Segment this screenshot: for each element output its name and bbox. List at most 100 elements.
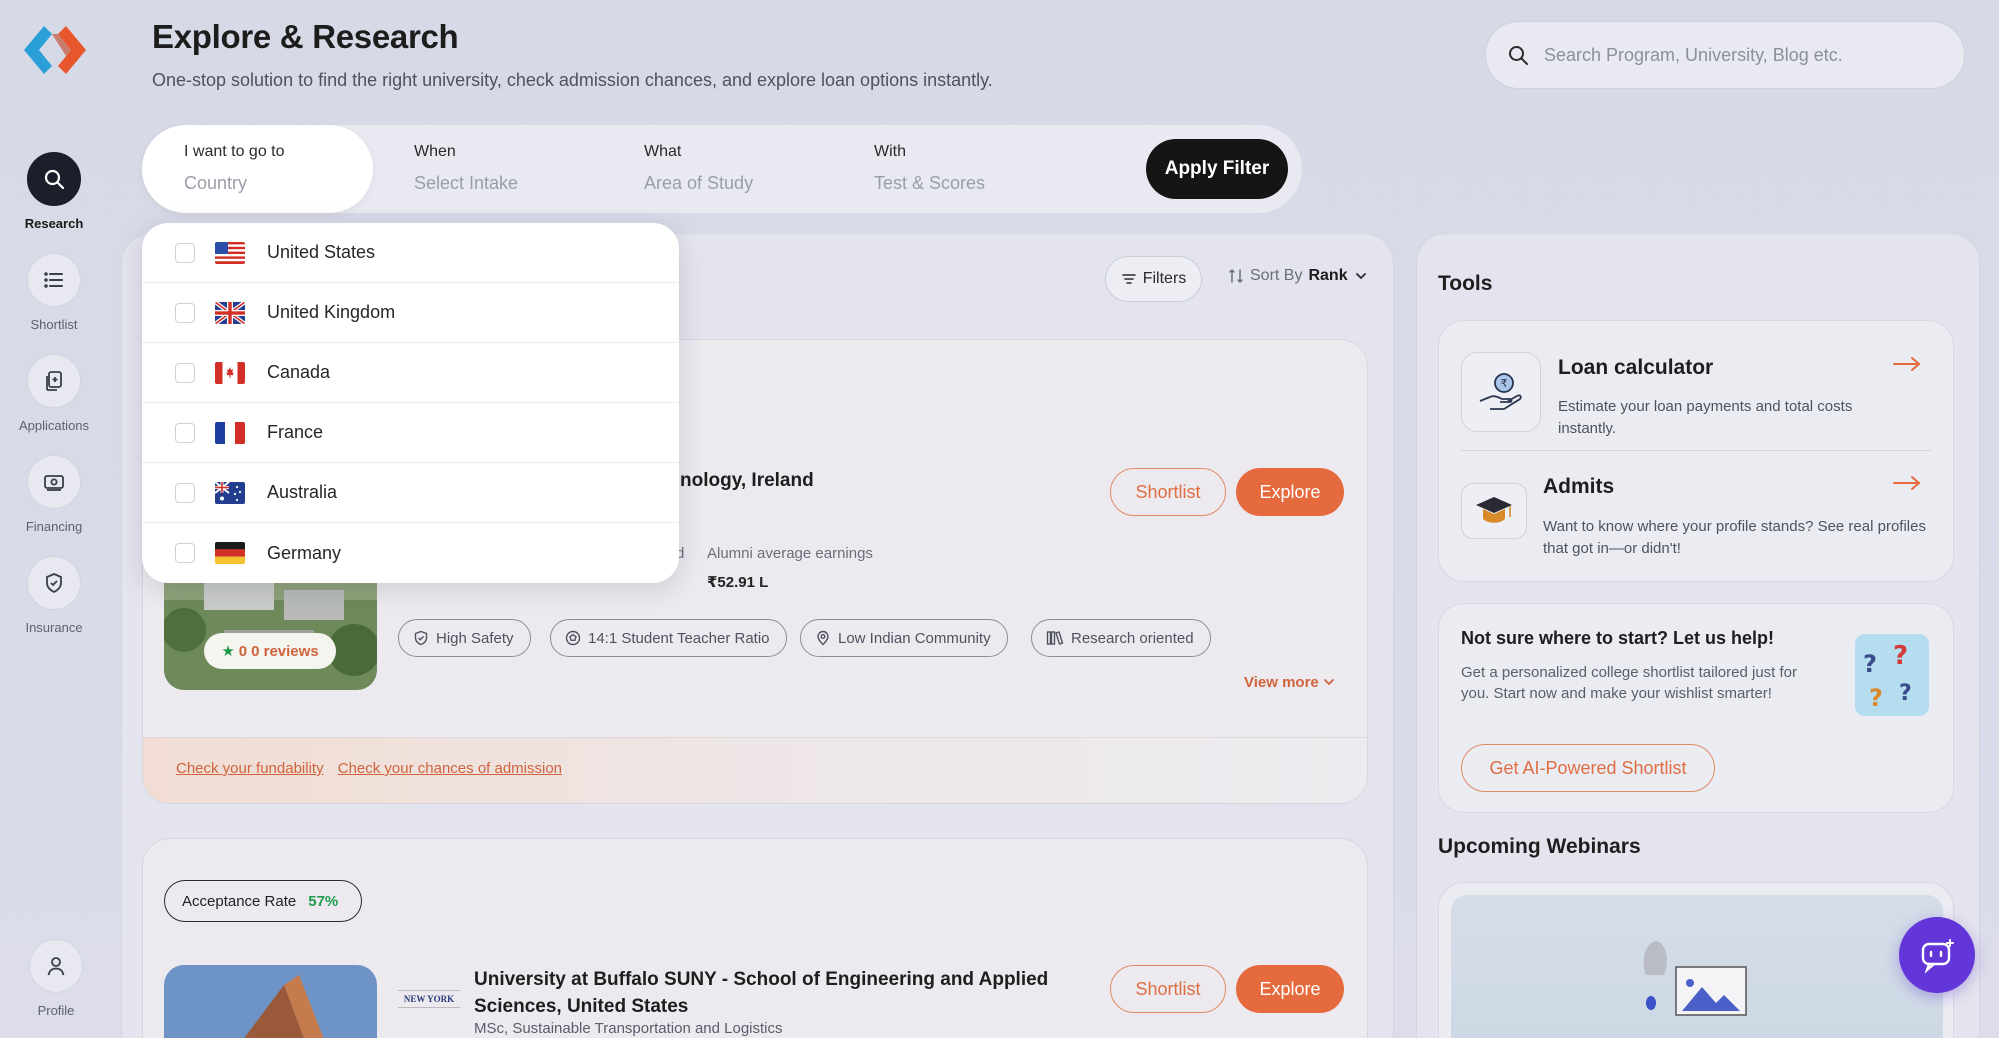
country-option-canada[interactable]: Canada <box>142 343 679 403</box>
tag-high-safety: High Safety <box>398 619 531 657</box>
filters-button[interactable]: Filters <box>1105 256 1202 302</box>
chevron-down-icon <box>1355 273 1366 280</box>
explore-button[interactable]: Explore <box>1236 965 1344 1013</box>
university-name[interactable]: University at Buffalo SUNY - School of E… <box>474 966 1094 1020</box>
fundability-link[interactable]: Check your fundability <box>176 760 324 777</box>
filter-value: Area of Study <box>644 173 754 193</box>
view-more-label: View more <box>1244 674 1319 691</box>
country-label: United Kingdom <box>267 302 396 322</box>
shield-hand-icon <box>27 556 81 610</box>
svg-text:?: ? <box>1863 650 1877 678</box>
tag-label: Low Indian Community <box>838 629 991 647</box>
filter-label: With <box>874 143 906 160</box>
filter-test-scores[interactable]: With Test & Scores <box>832 125 1062 213</box>
reviews-label: 0 reviews <box>251 642 319 660</box>
nav-label: Research <box>24 216 84 231</box>
nav-label: Profile <box>37 1003 75 1018</box>
checkbox[interactable] <box>175 302 195 323</box>
sort-prefix: Sort By <box>1250 267 1303 284</box>
shortlist-button[interactable]: Shortlist <box>1110 468 1226 516</box>
tag-community: Low Indian Community <box>800 619 1008 657</box>
apply-filter-button[interactable]: Apply Filter <box>1146 139 1288 199</box>
nav-label: Financing <box>25 519 83 534</box>
tool-title[interactable]: Loan calculator <box>1558 356 1713 380</box>
checkbox[interactable] <box>175 543 195 563</box>
filters-label: Filters <box>1142 270 1187 287</box>
chevron-down-icon <box>1324 679 1334 686</box>
search-input[interactable] <box>1544 44 1944 66</box>
country-label: Canada <box>267 362 331 382</box>
filter-intake[interactable]: When Select Intake <box>372 125 602 213</box>
page-title: Explore & Research <box>152 18 459 55</box>
nav-research[interactable]: Research <box>0 152 108 231</box>
svg-text:?: ? <box>1869 684 1883 712</box>
reviews-badge[interactable]: ★ 0 0 reviews <box>204 633 336 669</box>
germany-flag-icon <box>215 542 245 564</box>
country-option-united-kingdom[interactable]: United Kingdom <box>142 283 679 343</box>
admission-chances-link[interactable]: Check your chances of admission <box>338 760 562 777</box>
acceptance-value: 57% <box>308 892 339 910</box>
filter-label: I want to go to <box>184 143 285 160</box>
nav-profile[interactable]: Profile <box>2 939 110 1018</box>
map-pin-icon <box>817 630 829 646</box>
australia-flag-icon <box>215 481 245 504</box>
filter-value: Country <box>184 173 248 193</box>
divider <box>1461 450 1931 451</box>
filter-bar: I want to go to Country When Select Inta… <box>142 125 1302 213</box>
checkbox[interactable] <box>175 482 195 503</box>
acceptance-rate-badge: Acceptance Rate 57% <box>164 880 362 922</box>
arrow-right-icon[interactable] <box>1892 474 1922 492</box>
svg-text:?: ? <box>1893 641 1908 671</box>
nav-shortlist[interactable]: Shortlist <box>0 253 108 332</box>
user-icon <box>29 939 83 993</box>
sort-dropdown[interactable]: Sort By Rank <box>1228 267 1368 285</box>
university-name[interactable]: nology, Ireland <box>680 467 814 494</box>
nav-label: Insurance <box>25 620 83 635</box>
filter-value: Test & Scores <box>874 173 986 193</box>
search-icon <box>27 152 81 206</box>
country-option-australia[interactable]: Australia <box>142 463 679 523</box>
ai-shortlist-button[interactable]: Get AI-Powered Shortlist <box>1461 744 1715 792</box>
program-name: MSc, Sustainable Transportation and Logi… <box>474 1020 783 1037</box>
france-flag-icon <box>215 421 245 444</box>
country-option-germany[interactable]: Germany <box>142 523 679 583</box>
acceptance-label: Acceptance Rate <box>182 892 297 910</box>
filter-area-of-study[interactable]: What Area of Study <box>602 125 832 213</box>
nav-applications[interactable]: Applications <box>0 354 108 433</box>
search-bar[interactable] <box>1485 21 1965 89</box>
list-icon <box>27 253 81 307</box>
explore-button[interactable]: Explore <box>1236 468 1344 516</box>
arrow-right-icon[interactable] <box>1892 355 1922 373</box>
webinar-image <box>1451 895 1943 1038</box>
graduation-cap-icon <box>1461 483 1527 539</box>
checkbox[interactable] <box>175 242 195 263</box>
nav-label: Applications <box>18 418 90 433</box>
tool-desc: Estimate your loan payments and total co… <box>1558 398 1853 437</box>
nav-insurance[interactable]: Insurance <box>0 556 108 635</box>
card-footer: Check your fundability Check your chance… <box>143 737 1367 803</box>
books-icon <box>1046 631 1064 645</box>
view-more-link[interactable]: View more <box>1244 674 1335 691</box>
country-label: France <box>267 422 324 442</box>
filter-lines-icon <box>1121 274 1136 284</box>
chat-assistant-button[interactable] <box>1899 917 1975 993</box>
country-label: United States <box>267 242 376 262</box>
chat-bot-icon <box>1921 939 1954 974</box>
university-logo: NEW YORK <box>398 990 460 1008</box>
checkbox[interactable] <box>175 422 195 443</box>
university-image <box>164 965 377 1038</box>
tag-label: High Safety <box>436 629 514 647</box>
webinar-card[interactable] <box>1438 882 1954 1038</box>
shortlist-button[interactable]: Shortlist <box>1110 965 1226 1013</box>
brand-logo[interactable] <box>22 22 88 78</box>
tool-title[interactable]: Admits <box>1543 475 1614 499</box>
country-option-united-states[interactable]: United States <box>142 223 679 283</box>
checkbox[interactable] <box>175 362 195 383</box>
help-desc: Get a personalized college shortlist tai… <box>1461 664 1798 702</box>
filter-label: What <box>644 143 682 160</box>
stat-label: Alumni average earnings <box>707 545 873 562</box>
country-label: Germany <box>267 542 342 563</box>
nav-financing[interactable]: Financing <box>0 455 108 534</box>
country-option-france[interactable]: France <box>142 403 679 463</box>
filter-country[interactable]: I want to go to Country <box>142 125 373 213</box>
